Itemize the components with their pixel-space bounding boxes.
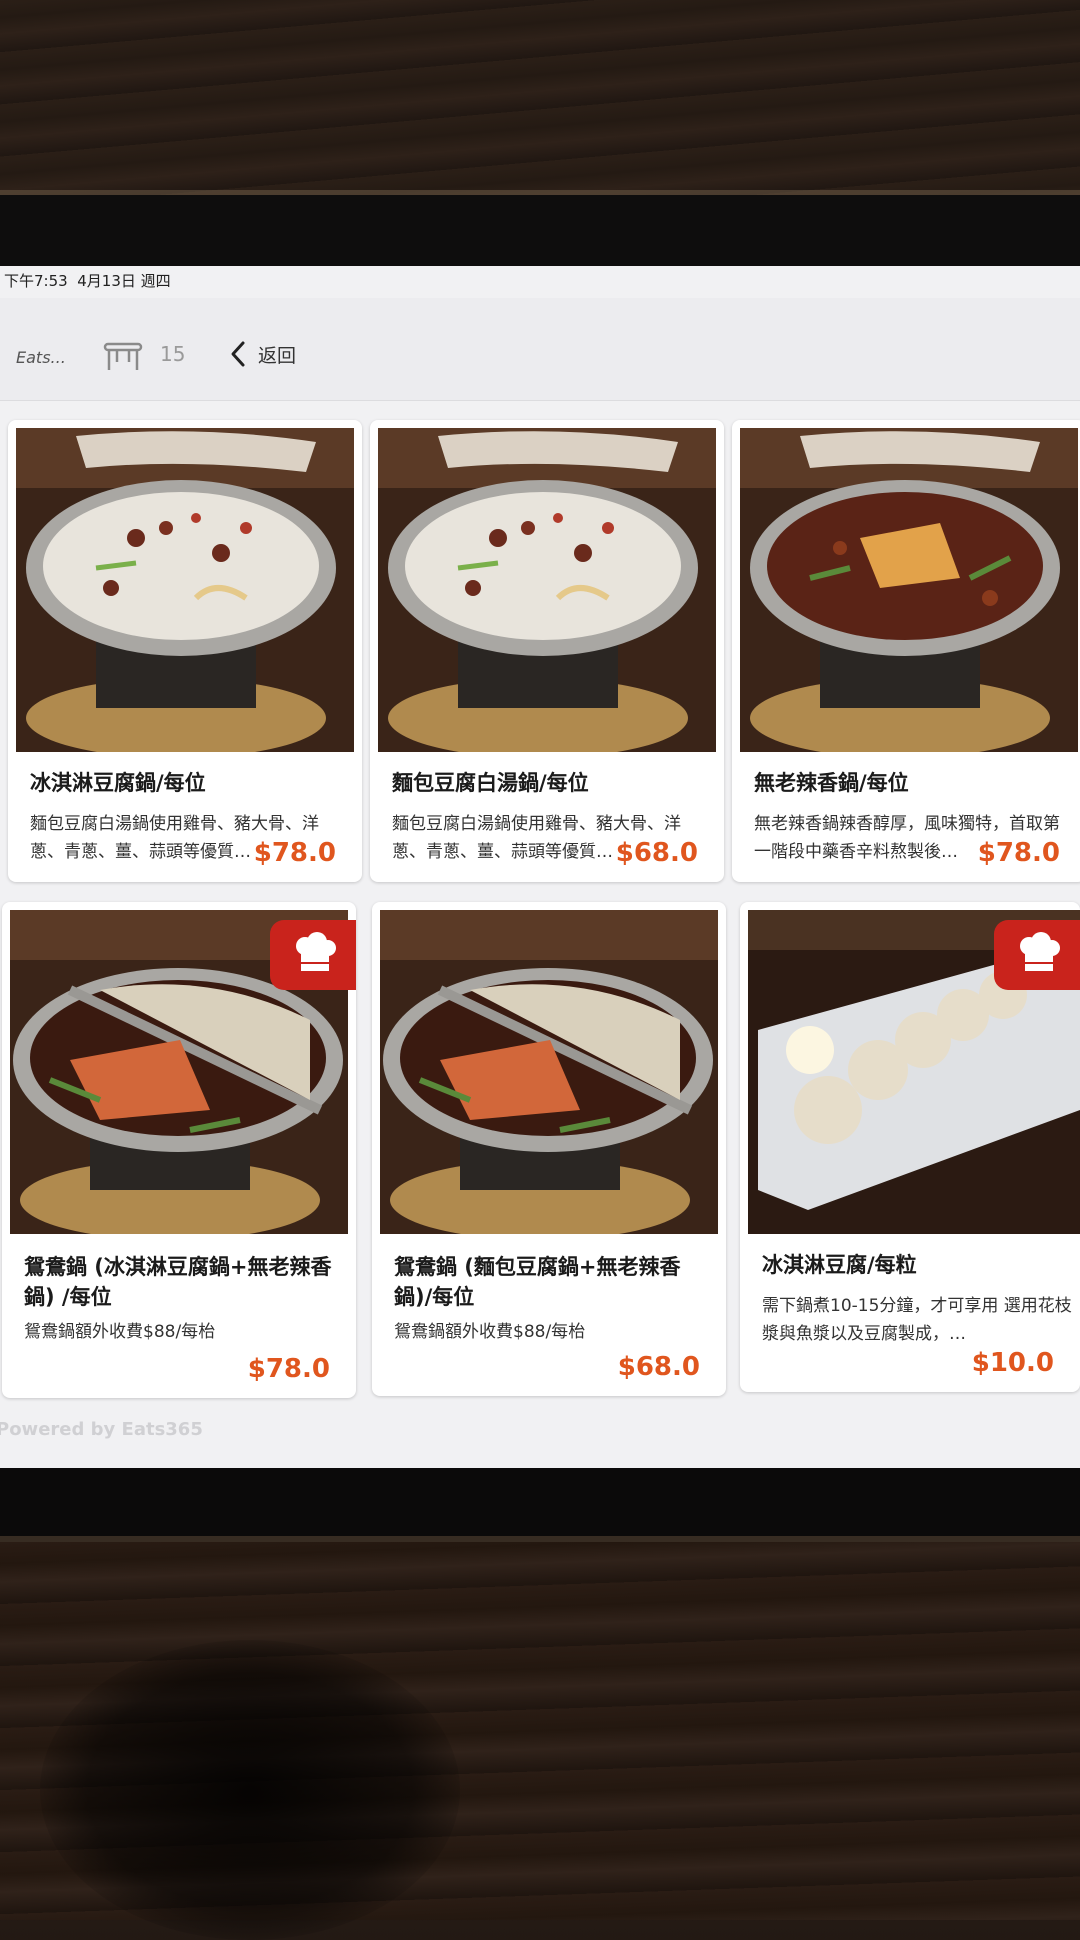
status-date: 4月13日 週四: [77, 272, 171, 290]
item-name: 鴛鴦鍋 (冰淇淋豆腐鍋+無老辣香鍋) /每位: [24, 1255, 332, 1309]
status-time: 下午7:53: [4, 272, 68, 290]
white-broth-hotpot-photo: [378, 428, 716, 752]
item-price: $78.0: [253, 838, 336, 868]
menu-item-card[interactable]: 無老辣香鍋/每位 無老辣香鍋辣香醇厚，風味獨特，首取第一階段中藥香辛料熬製後… …: [732, 420, 1080, 882]
chef-hat-icon: [1020, 932, 1060, 971]
item-name: 麵包豆腐白湯鍋/每位: [392, 771, 589, 795]
hand-shadow: [40, 1640, 460, 1940]
tablet-bezel-top: [0, 195, 1080, 267]
item-price: $68.0: [615, 838, 698, 868]
menu-item-card[interactable]: 麵包豆腐白湯鍋/每位 麵包豆腐白湯鍋使用雞骨、豬大骨、洋蔥、青蔥、薑、蒜頭等優質…: [370, 420, 724, 882]
item-description: 需下鍋煮10-15分鐘，才可享用 選用花枝漿與魚漿以及豆腐製成，…: [762, 1296, 1072, 1344]
table-icon: [103, 342, 143, 370]
menu-header: Eats... 15 返回: [0, 298, 1080, 401]
item-description: 鴛鴦鍋額外收費$88/每枱: [394, 1322, 586, 1342]
tablet-screen: 下午7:53 4月13日 週四 Eats... 15 返回 冰淇淋豆腐鍋/每位 …: [0, 266, 1080, 1468]
powered-by-footer: Powered by Eats365: [0, 1419, 203, 1440]
chevron-left-icon: [231, 341, 245, 367]
item-description: 鴛鴦鍋額外收費$88/每枱: [24, 1322, 216, 1342]
item-name: 鴛鴦鍋 (麵包豆腐鍋+無老辣香鍋)/每位: [394, 1255, 681, 1309]
item-price: $10.0: [971, 1348, 1054, 1378]
spicy-broth-hotpot-photo: [740, 428, 1078, 752]
item-name: 冰淇淋豆腐/每粒: [762, 1253, 917, 1277]
back-label: 返回: [258, 344, 297, 367]
status-bar: 下午7:53 4月13日 週四: [4, 270, 171, 292]
item-name: 無老辣香鍋/每位: [754, 771, 909, 795]
white-broth-hotpot-photo: [16, 428, 354, 752]
item-price: $78.0: [977, 838, 1060, 868]
wooden-table-top: [0, 0, 1080, 200]
menu-item-card[interactable]: 冰淇淋豆腐鍋/每位 麵包豆腐白湯鍋使用雞骨、豬大骨、洋蔥、青蔥、薑、蒜頭等優質……: [8, 420, 362, 882]
item-price: $68.0: [617, 1352, 700, 1382]
item-price: $78.0: [247, 1354, 330, 1384]
menu-item-card[interactable]: 冰淇淋豆腐/每粒 需下鍋煮10-15分鐘，才可享用 選用花枝漿與魚漿以及豆腐製成…: [740, 902, 1080, 1392]
restaurant-logo: Eats...: [16, 348, 66, 367]
yuanyang-hotpot-photo: [380, 910, 718, 1234]
item-name: 冰淇淋豆腐鍋/每位: [30, 771, 206, 795]
table-number: 15: [160, 342, 186, 366]
chef-hat-badge: [270, 920, 356, 990]
menu-item-card[interactable]: 鴛鴦鍋 (冰淇淋豆腐鍋+無老辣香鍋) /每位 鴛鴦鍋額外收費$88/每枱 $78…: [2, 902, 356, 1398]
menu-item-card[interactable]: 鴛鴦鍋 (麵包豆腐鍋+無老辣香鍋)/每位 鴛鴦鍋額外收費$88/每枱 $68.0: [372, 902, 726, 1396]
chef-hat-icon: [296, 932, 336, 971]
chef-hat-badge: [994, 920, 1080, 990]
back-button[interactable]: 返回: [228, 336, 296, 372]
